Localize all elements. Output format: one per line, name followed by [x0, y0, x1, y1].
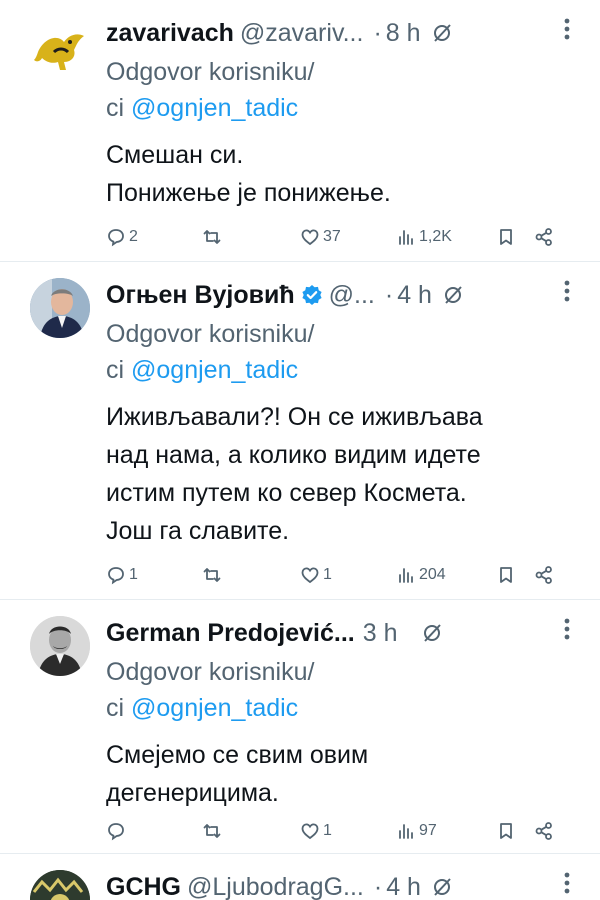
tweet-line: дегенерицима. — [106, 779, 279, 807]
timestamp[interactable]: 8 h — [386, 19, 421, 48]
separator-dot: · — [373, 18, 382, 47]
reply-count: 2 — [129, 228, 138, 245]
tweet-line: Понижење је понижење. — [106, 179, 391, 207]
reply-count: 1 — [129, 566, 138, 583]
action-bar: 2 37 1,2K — [106, 224, 570, 250]
tweet-text: Иживљавали?! Он се иживљава над нама, а … — [106, 398, 586, 550]
mention-link[interactable]: @ognjen_tadic — [131, 356, 298, 384]
heart-icon — [301, 823, 319, 840]
like-button[interactable]: 1 — [300, 565, 332, 585]
bookmark-icon — [500, 229, 512, 245]
heart-icon — [301, 567, 319, 584]
retweet-button[interactable] — [202, 565, 222, 585]
like-count: 1 — [323, 566, 332, 583]
avatar[interactable] — [30, 18, 90, 78]
reply-button[interactable]: 2 — [106, 227, 138, 247]
tweet-feed: zavarivach @zavariv... · 8 h Odgovor kor… — [0, 0, 600, 900]
timestamp[interactable]: 4 h — [386, 873, 421, 900]
reply-prefix-suffix: ci — [106, 94, 125, 122]
reply-context: Odgovor korisniku/ ci @ognjen_tadic — [106, 54, 586, 126]
views-button[interactable]: 204 — [396, 565, 446, 585]
avatar[interactable] — [30, 870, 90, 900]
bookmark-button[interactable] — [496, 227, 516, 247]
retweet-button[interactable] — [202, 821, 222, 841]
timestamp[interactable]: 4 h — [397, 281, 432, 310]
share-icon — [535, 566, 552, 584]
separator-dot: · — [384, 280, 394, 309]
author-handle[interactable]: @... — [329, 281, 375, 310]
tweet-item[interactable]: zavarivach @zavariv... · 8 h Odgovor kor… — [0, 0, 600, 262]
author-handle[interactable]: @zavariv... — [240, 19, 364, 48]
views-button[interactable]: 1,2K — [396, 227, 452, 247]
like-count: 1 — [323, 822, 332, 839]
grok-icon[interactable] — [431, 22, 453, 44]
tweet-line: Смејемо се свим овим — [106, 741, 369, 769]
reply-icon — [108, 823, 124, 841]
bookmark-icon — [500, 567, 512, 583]
tweet-text: Смешан си. Понижење је понижење. — [106, 136, 586, 212]
action-bar: 1 97 — [106, 818, 570, 844]
separator-dot: · — [373, 872, 383, 900]
reply-prefix: Odgovor korisniku/ — [106, 58, 315, 86]
tweet-line: Иживљавали?! Он се иживљава — [106, 403, 483, 431]
reply-icon — [108, 229, 124, 247]
grok-icon[interactable] — [421, 622, 443, 644]
heart-icon — [301, 229, 319, 246]
author-name[interactable]: German Predojević... — [106, 619, 355, 648]
reply-context: Odgovor korisniku/ ci @ognjen_tadic — [106, 316, 586, 388]
grok-icon[interactable] — [431, 876, 453, 898]
bookmark-icon — [500, 823, 512, 839]
bookmark-button[interactable] — [496, 821, 516, 841]
like-button[interactable]: 37 — [300, 227, 341, 247]
views-button[interactable]: 97 — [396, 821, 437, 841]
timestamp[interactable]: 3 h — [363, 619, 398, 648]
tweet-line: Још га славите. — [106, 517, 290, 545]
share-button[interactable] — [534, 227, 554, 247]
mention-link[interactable]: @ognjen_tadic — [131, 94, 298, 122]
share-icon — [535, 228, 552, 246]
grok-icon[interactable] — [442, 284, 464, 306]
author-name[interactable]: zavarivach — [106, 19, 234, 48]
author-name[interactable]: Огњен Вујовић — [106, 281, 295, 310]
share-icon — [535, 822, 552, 840]
author-handle[interactable]: @LjubodragG... — [187, 873, 364, 900]
bookmark-button[interactable] — [496, 565, 516, 585]
tweet-item[interactable]: Огњен Вујовић @... · 4 h Odgovor korisni… — [0, 262, 600, 600]
reply-button[interactable] — [106, 821, 126, 841]
tweet-line: Смешан си. — [106, 141, 244, 169]
views-icon — [399, 230, 413, 245]
verified-badge-icon — [302, 285, 322, 305]
reply-button[interactable]: 1 — [106, 565, 138, 585]
reply-prefix: Odgovor korisniku/ — [106, 658, 315, 686]
reply-prefix-suffix: ci — [106, 356, 125, 384]
avatar[interactable] — [30, 278, 90, 338]
share-button[interactable] — [534, 565, 554, 585]
tweet-line: над нама, а колико видим идете — [106, 441, 481, 469]
retweet-icon — [203, 568, 221, 582]
author-name[interactable]: GCHG — [106, 873, 181, 900]
action-bar: 1 1 204 — [106, 562, 570, 588]
avatar[interactable] — [30, 616, 90, 676]
retweet-icon — [203, 230, 221, 244]
tweet-text: Смејемо се свим овим дегенерицима. — [106, 736, 586, 812]
view-count: 204 — [419, 566, 446, 583]
reply-icon — [108, 567, 124, 585]
views-icon — [399, 568, 413, 583]
retweet-icon — [203, 824, 221, 838]
tweet-item[interactable]: GCHG @LjubodragG... · 4 h — [0, 854, 600, 900]
retweet-button[interactable] — [202, 227, 222, 247]
tweet-line: истим путем ко север Космета. — [106, 479, 467, 507]
like-button[interactable]: 1 — [300, 821, 332, 841]
views-icon — [399, 824, 413, 839]
share-button[interactable] — [534, 821, 554, 841]
reply-prefix: Odgovor korisniku/ — [106, 320, 315, 348]
like-count: 37 — [323, 228, 341, 245]
reply-context: Odgovor korisniku/ ci @ognjen_tadic — [106, 654, 586, 726]
reply-prefix-suffix: ci — [106, 694, 125, 722]
mention-link[interactable]: @ognjen_tadic — [131, 694, 298, 722]
view-count: 97 — [419, 822, 437, 839]
tweet-item[interactable]: German Predojević... 3 h Odgovor korisni… — [0, 600, 600, 854]
view-count: 1,2K — [419, 228, 452, 245]
